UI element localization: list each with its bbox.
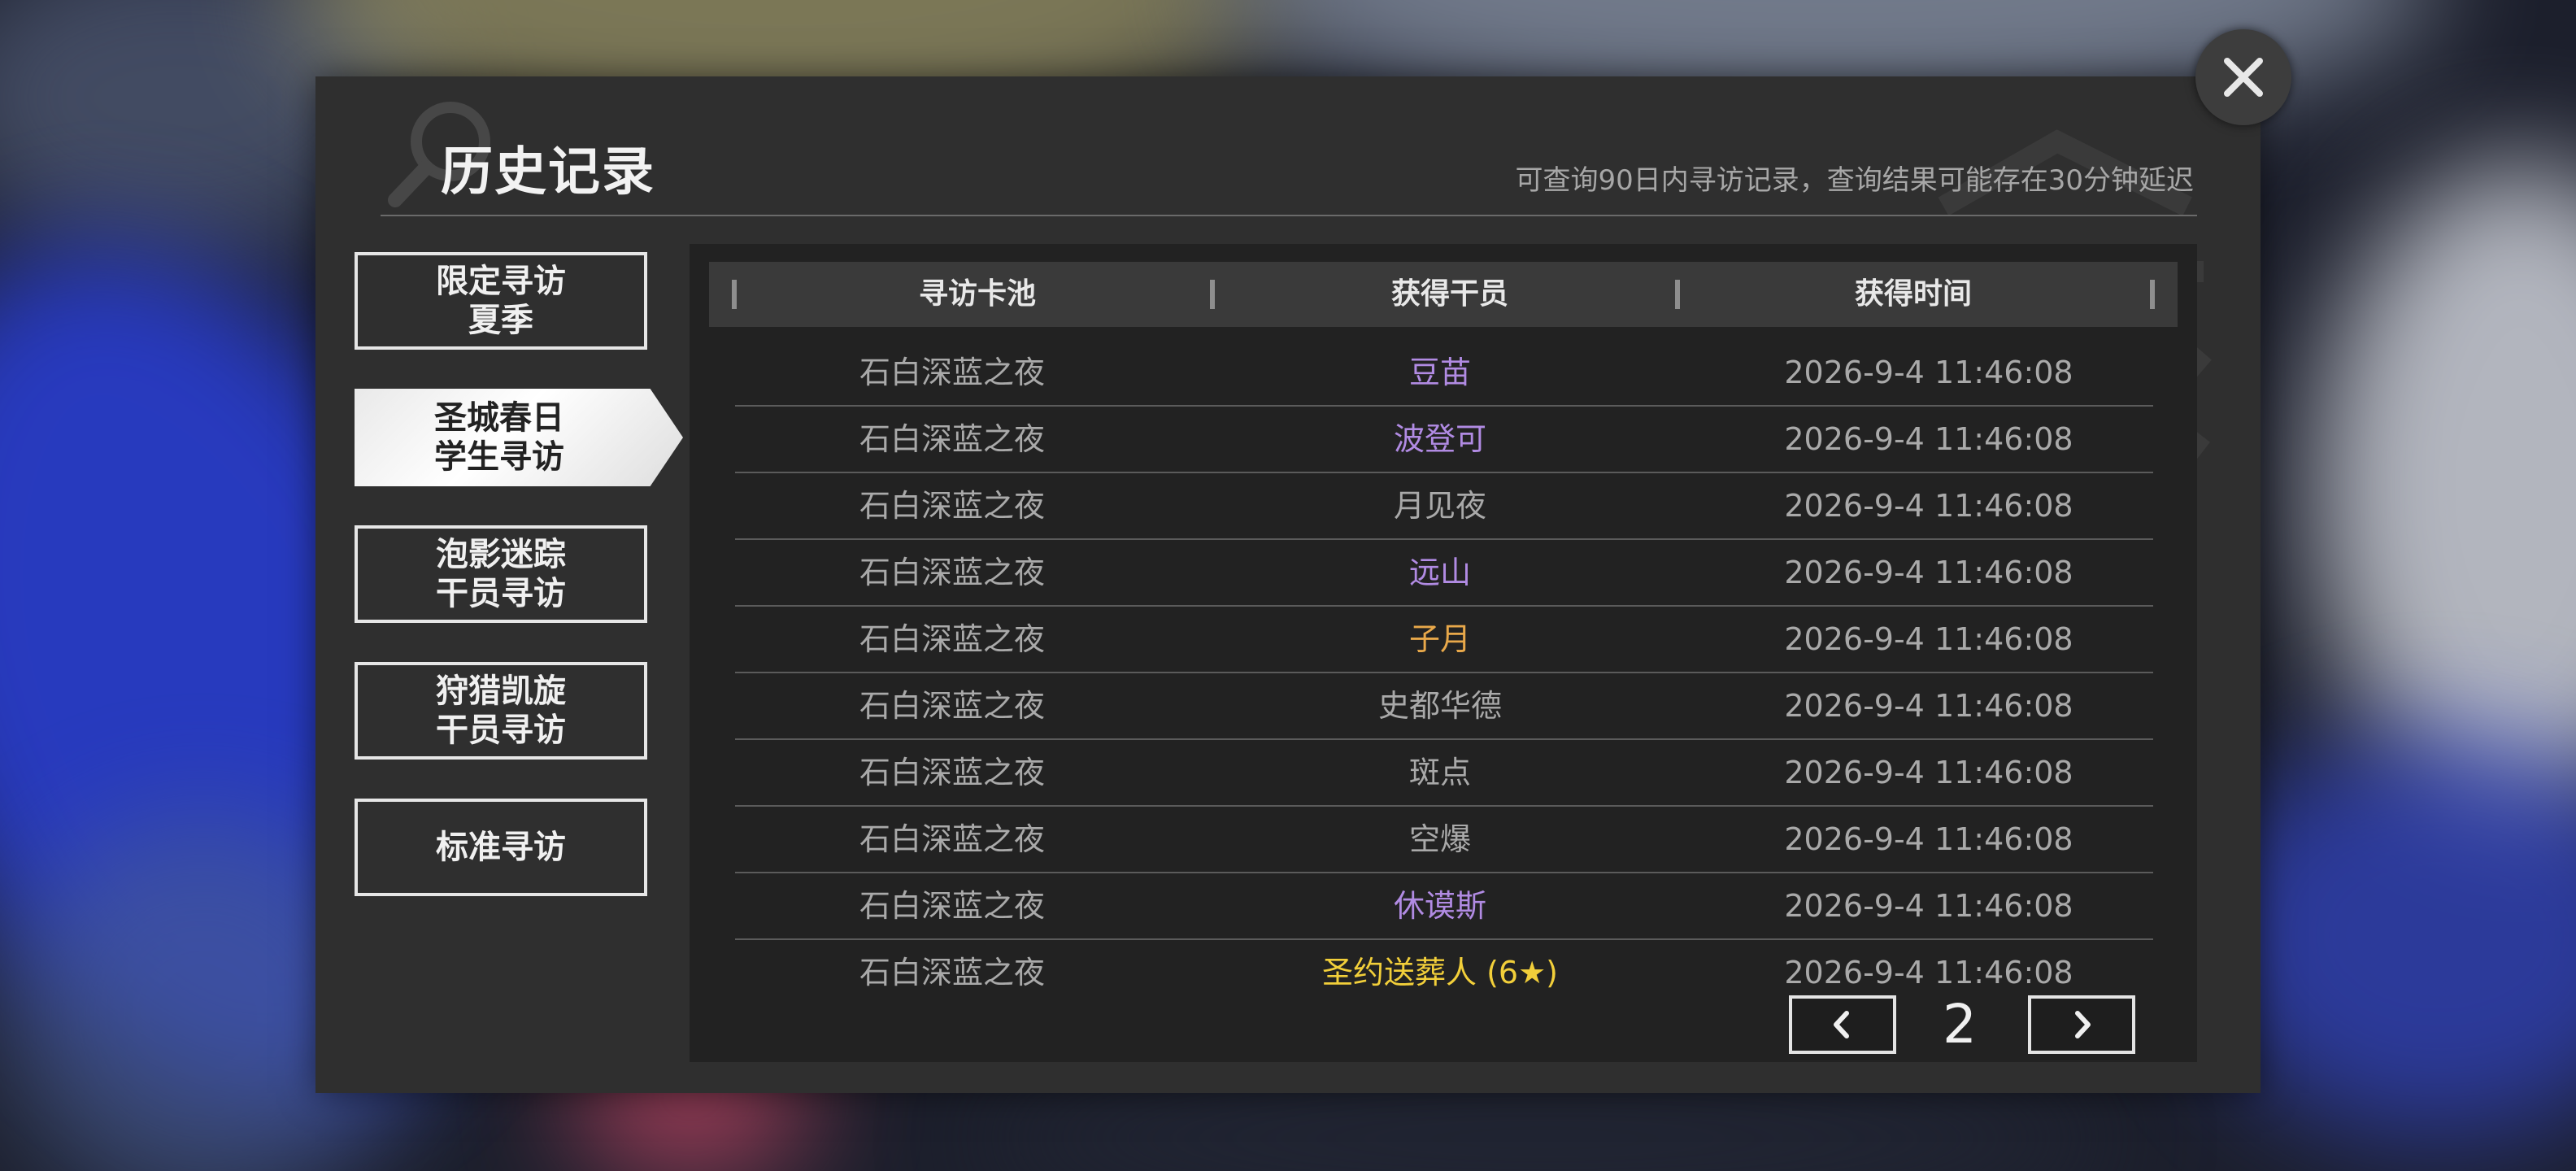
close-button[interactable] — [2195, 29, 2291, 125]
chevron-right-icon — [2075, 1011, 2091, 1038]
tab-standard[interactable]: 标准寻访 — [355, 799, 647, 896]
table-body: 石白深蓝之夜 豆苗 2026-9-4 11:46:08 石白深蓝之夜 波登可 2… — [735, 340, 2153, 1005]
dialog-subtitle: 可查询90日内寻访记录，查询结果可能存在30分钟延迟 — [1515, 164, 2194, 197]
cell-pool: 石白深蓝之夜 — [859, 688, 1045, 724]
header-separator — [1210, 280, 1215, 309]
table-row: 石白深蓝之夜 月见夜 2026-9-4 11:46:08 — [735, 473, 2153, 540]
next-page-button[interactable] — [2028, 995, 2135, 1054]
tab-hunting-triumph[interactable]: 狩猎凯旋 干员寻访 — [355, 662, 647, 760]
cell-time: 2026-9-4 11:46:08 — [1784, 888, 2073, 924]
cell-time: 2026-9-4 11:46:08 — [1784, 421, 2073, 457]
cell-time: 2026-9-4 11:46:08 — [1784, 355, 2073, 390]
close-icon — [2224, 58, 2263, 97]
header-separator — [1675, 280, 1680, 309]
header-separator — [2150, 280, 2155, 309]
cell-time: 2026-9-4 11:46:08 — [1784, 755, 2073, 790]
tab-bubble-trace[interactable]: 泡影迷踪 干员寻访 — [355, 525, 647, 623]
history-table: 寻访卡池 获得干员 获得时间 石白深蓝之夜 豆苗 2026-9-4 11:46:… — [690, 244, 2197, 1062]
cell-pool: 石白深蓝之夜 — [859, 955, 1045, 990]
chevron-left-icon — [1834, 1011, 1849, 1038]
cell-pool: 石白深蓝之夜 — [859, 421, 1045, 457]
header-time: 获得时间 — [1854, 277, 1972, 311]
cell-operator: 月见夜 — [1393, 488, 1486, 524]
history-dialog: 历史记录 可查询90日内寻访记录，查询结果可能存在30分钟延迟 限定寻访 夏季 … — [315, 76, 2261, 1093]
dialog-title: 历史记录 — [441, 142, 655, 202]
cell-time: 2026-9-4 11:46:08 — [1784, 488, 2073, 524]
cell-pool: 石白深蓝之夜 — [859, 755, 1045, 790]
prev-page-button[interactable] — [1789, 995, 1896, 1054]
cell-pool: 石白深蓝之夜 — [859, 621, 1045, 657]
cell-time: 2026-9-4 11:46:08 — [1784, 621, 2073, 657]
title-divider — [381, 215, 2197, 216]
table-row: 石白深蓝之夜 波登可 2026-9-4 11:46:08 — [735, 407, 2153, 473]
table-row: 石白深蓝之夜 史都华德 2026-9-4 11:46:08 — [735, 673, 2153, 740]
current-page-number: 2 — [1943, 993, 1977, 1056]
cell-pool: 石白深蓝之夜 — [859, 555, 1045, 590]
cell-operator: 波登可 — [1393, 421, 1486, 457]
header-separator — [732, 280, 737, 309]
table-row: 石白深蓝之夜 豆苗 2026-9-4 11:46:08 — [735, 340, 2153, 407]
table-row: 石白深蓝之夜 远山 2026-9-4 11:46:08 — [735, 540, 2153, 607]
cell-pool: 石白深蓝之夜 — [859, 888, 1045, 924]
table-row: 石白深蓝之夜 子月 2026-9-4 11:46:08 — [735, 607, 2153, 673]
table-row: 石白深蓝之夜 空爆 2026-9-4 11:46:08 — [735, 807, 2153, 873]
cell-time: 2026-9-4 11:46:08 — [1784, 555, 2073, 590]
cell-operator: 斑点 — [1408, 755, 1471, 790]
header-operator: 获得干员 — [1390, 277, 1508, 311]
table-row: 石白深蓝之夜 休谟斯 2026-9-4 11:46:08 — [735, 873, 2153, 940]
cell-operator: 史都华德 — [1377, 688, 1502, 724]
cell-pool: 石白深蓝之夜 — [859, 488, 1045, 524]
cell-time: 2026-9-4 11:46:08 — [1784, 821, 2073, 857]
cell-pool: 石白深蓝之夜 — [859, 821, 1045, 857]
cell-operator: 豆苗 — [1408, 355, 1471, 390]
table-header: 寻访卡池 获得干员 获得时间 — [709, 262, 2178, 327]
cell-operator: 空爆 — [1408, 821, 1471, 857]
tab-limited-summer[interactable]: 限定寻访 夏季 — [355, 252, 647, 350]
header-pool: 寻访卡池 — [918, 277, 1036, 311]
table-row: 石白深蓝之夜 斑点 2026-9-4 11:46:08 — [735, 740, 2153, 807]
cell-operator: 圣约送葬人 (6★) — [1322, 955, 1558, 990]
cell-operator: 远山 — [1408, 555, 1471, 590]
cell-operator: 子月 — [1408, 621, 1471, 657]
cell-pool: 石白深蓝之夜 — [859, 355, 1045, 390]
cell-operator: 休谟斯 — [1393, 888, 1486, 924]
cell-time: 2026-9-4 11:46:08 — [1784, 688, 2073, 724]
tab-holy-city-spring[interactable]: 圣城春日 学生寻访 — [355, 389, 683, 486]
